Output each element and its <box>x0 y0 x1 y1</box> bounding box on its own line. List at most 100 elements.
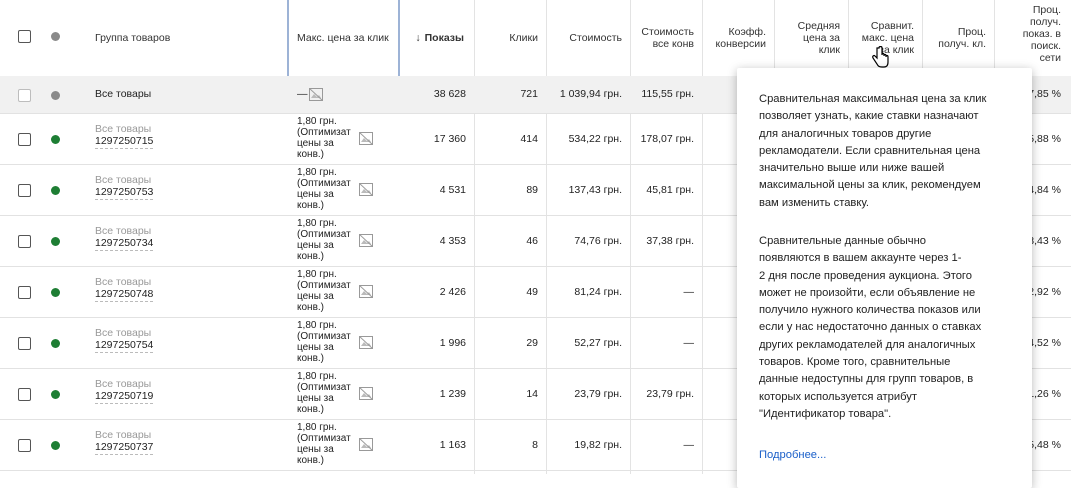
bid-line: цены за <box>297 240 334 251</box>
row-cost-per-conv: 178,07 грн. <box>640 133 694 145</box>
row-group-name[interactable]: Все товары 1297250753 <box>95 174 154 200</box>
bid-line: 1,80 грн. <box>297 167 337 178</box>
tooltip-line: максимальной цены за клик, рекомендуем <box>759 179 981 192</box>
row-group-parent: Все товары <box>95 276 152 288</box>
image-placeholder-icon <box>359 438 373 451</box>
total-cost: 1 039,94 грн. <box>559 88 622 100</box>
row-cost-per-conv: — <box>683 337 695 349</box>
select-all-checkbox[interactable] <box>18 30 31 43</box>
image-placeholder-icon <box>359 285 373 298</box>
row-group-name[interactable]: Все товары 1297250748 <box>95 276 154 302</box>
bid-line: цены за <box>297 444 334 455</box>
bid-line: конв.) <box>297 302 324 313</box>
tooltip-line: 2 дня после проведения аукциона. Этого <box>759 269 972 282</box>
header-cost-per-conv[interactable]: Стоимость все конв <box>630 0 702 76</box>
header-conv-rate[interactable]: Коэфф. конверсии <box>702 0 774 76</box>
tooltip-line: значительно выше или ниже вашей <box>759 162 945 175</box>
tooltip-line: рекламодатели. Если сравнительная цена <box>759 144 981 157</box>
row-impressions: 2 426 <box>439 286 466 298</box>
column-divider <box>848 0 849 76</box>
row-max-cpc[interactable]: 1,80 грн. (Оптимизат цены за конв.) <box>297 422 355 466</box>
bid-line: конв.) <box>297 149 324 160</box>
row-max-cpc[interactable]: 1,80 грн. (Оптимизат цены за конв.) <box>297 371 355 415</box>
row-group-parent: Все товары <box>95 429 152 441</box>
row-checkbox[interactable] <box>18 337 31 350</box>
bid-line: (Оптимизат <box>297 433 351 444</box>
header-search-click-share[interactable]: Проц. получ. кл. <box>922 0 994 76</box>
column-divider <box>922 0 923 76</box>
row-group-parent: Все товары <box>95 225 152 237</box>
row-checkbox[interactable] <box>18 133 31 146</box>
row-max-cpc[interactable]: 1,80 грн. (Оптимизат цены за конв.) <box>297 320 355 364</box>
row-checkbox[interactable] <box>18 286 31 299</box>
bid-line: 1,80 грн. <box>297 116 337 127</box>
status-dot-icon <box>51 339 60 348</box>
row-impressions: 4 353 <box>439 235 466 247</box>
sort-desc-icon: ↓ <box>415 32 421 44</box>
header-avg-cpc-l1: Средняя <box>797 20 840 32</box>
row-max-cpc[interactable]: 1,80 грн. (Оптимизат цены за конв.) <box>297 167 355 211</box>
row-checkbox[interactable] <box>18 388 31 401</box>
bid-line: цены за <box>297 393 334 404</box>
row-group-name[interactable]: Все товары 1297250737 <box>95 429 154 455</box>
row-group-name[interactable]: Все товары 1297250719 <box>95 378 154 404</box>
header-impressions[interactable]: ↓ Показы <box>400 0 472 76</box>
row-cost-per-conv: 45,81 грн. <box>646 184 694 196</box>
header-impr-share-l2: получ. <box>1029 16 1061 28</box>
row-group-name[interactable]: Все товары 1297250715 <box>95 123 154 149</box>
tooltip-line: может не произойти, если объявление не <box>759 286 976 299</box>
column-divider[interactable] <box>287 0 289 76</box>
row-checkbox[interactable] <box>18 184 31 197</box>
row-max-cpc[interactable]: 1,80 грн. (Оптимизат цены за конв.) <box>297 116 355 160</box>
image-placeholder-icon <box>359 132 373 145</box>
bid-line: конв.) <box>297 200 324 211</box>
column-divider <box>994 0 995 76</box>
header-cost[interactable]: Стоимость <box>546 0 630 76</box>
tooltip-line: если у нас недостаточно данных о ставках <box>759 321 982 334</box>
bid-line: цены за <box>297 189 334 200</box>
total-clicks: 721 <box>520 88 538 100</box>
header-click-share-l2: получ. кл. <box>938 38 986 50</box>
tooltip-line: появляются в вашем аккаунте через 1- <box>759 252 962 265</box>
tooltip-line: которых используется атрибут <box>759 390 917 403</box>
tooltip-line: "Идентификатор товара". <box>759 407 892 420</box>
row-max-cpc[interactable]: 1,80 грн. (Оптимизат цены за конв.) <box>297 269 355 313</box>
row-clicks: 89 <box>526 184 538 196</box>
status-dot-icon <box>51 135 60 144</box>
row-group-id: 1297250719 <box>95 390 154 404</box>
tooltip-line: для аналогичных товаров другие <box>759 127 932 140</box>
header-conv-rate-l2: конверсии <box>715 38 766 50</box>
header-max-cpc[interactable]: Макс. цена за клик <box>297 0 392 76</box>
row-cost: 137,43 грн. <box>568 184 622 196</box>
header-search-impr-share[interactable]: Проц. получ. показ. в поиск. сети <box>994 0 1069 76</box>
row-checkbox[interactable] <box>18 439 31 452</box>
column-divider[interactable] <box>398 0 400 76</box>
row-group-parent: Все товары <box>95 123 152 135</box>
bid-line: конв.) <box>297 353 324 364</box>
status-filter-icon[interactable] <box>51 32 60 41</box>
header-product-group[interactable]: Группа товаров <box>95 0 275 76</box>
bid-line: (Оптимизат <box>297 331 351 342</box>
bid-line: (Оптимизат <box>297 127 351 138</box>
image-placeholder-icon <box>359 234 373 247</box>
row-group-id: 1297250748 <box>95 288 154 302</box>
tooltip-line: данные недоступны для групп товаров, в <box>759 373 974 386</box>
tooltip-paragraph-1: Сравнительная максимальная цена за клик … <box>759 91 1021 212</box>
image-placeholder-icon <box>309 88 323 101</box>
row-clicks: 8 <box>532 439 538 451</box>
row-group-name[interactable]: Все товары 1297250754 <box>95 327 154 353</box>
row-group-id: 1297250737 <box>95 441 154 455</box>
row-group-name[interactable]: Все товары 1297250734 <box>95 225 154 251</box>
tooltip-line: получило нужного количества показов или <box>759 304 981 317</box>
row-max-cpc[interactable]: 1,80 грн. (Оптимизат цены за конв.) <box>297 218 355 262</box>
row-checkbox[interactable] <box>18 89 31 102</box>
row-group-id: 1297250734 <box>95 237 154 251</box>
learn-more-link[interactable]: Подробнее... <box>759 449 826 461</box>
benchmark-cpc-tooltip: Сравнительная максимальная цена за клик … <box>737 68 1032 488</box>
bid-line: (Оптимизат <box>297 178 351 189</box>
header-avg-cpc[interactable]: Средняя цена за клик <box>774 0 848 76</box>
row-checkbox[interactable] <box>18 235 31 248</box>
row-group-parent: Все товары <box>95 174 152 186</box>
header-clicks[interactable]: Клики <box>474 0 546 76</box>
row-clicks: 414 <box>520 133 538 145</box>
